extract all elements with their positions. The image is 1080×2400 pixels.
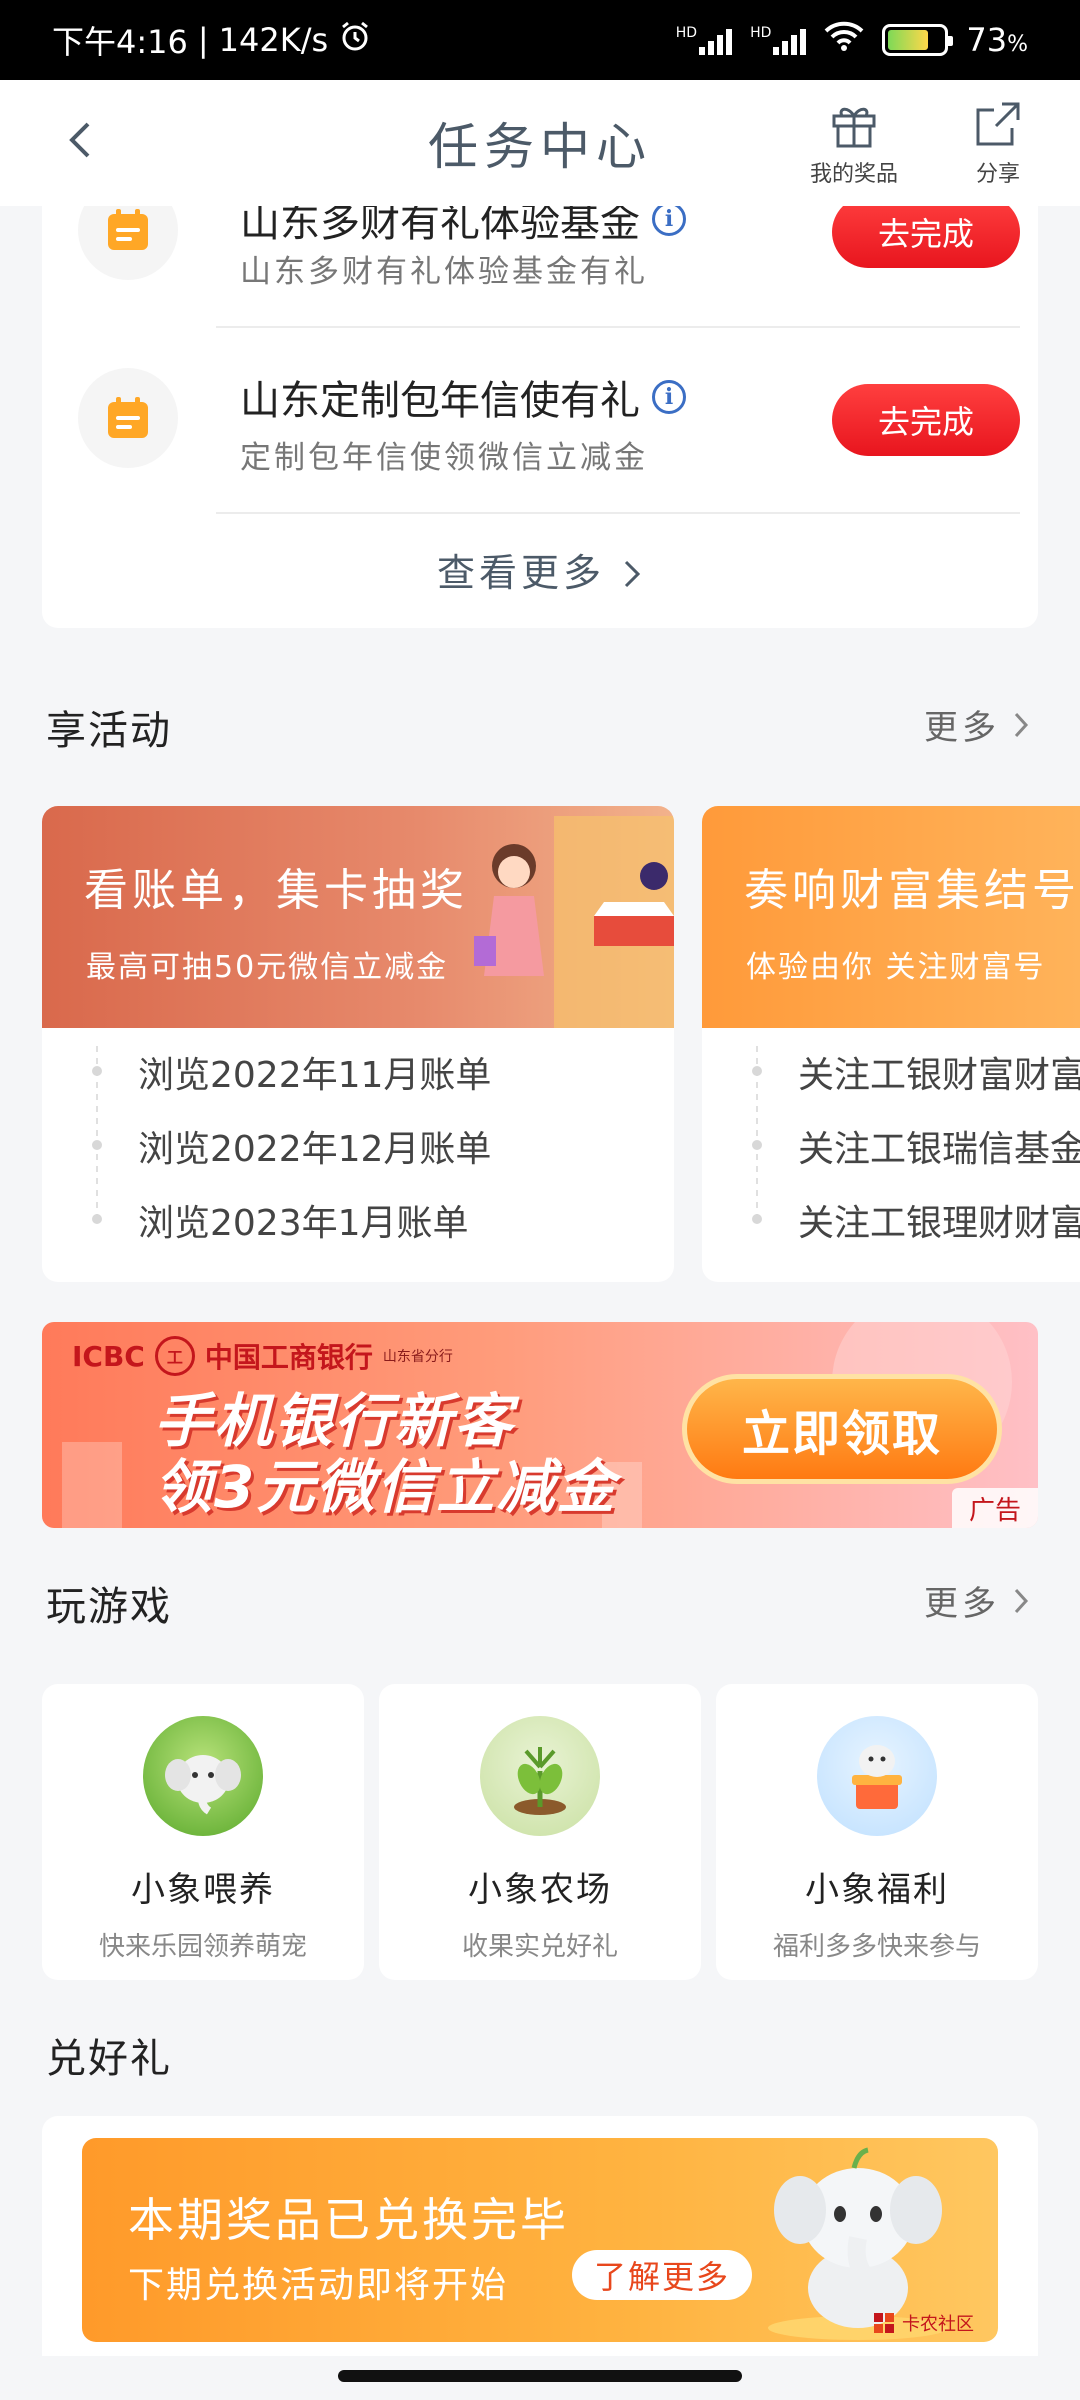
timeline-dot bbox=[752, 1214, 762, 1224]
activity-task-item: 浏览2023年1月账单 bbox=[138, 1203, 469, 1244]
redeem-banner[interactable]: 本期奖品已兑换完毕 下期兑换活动即将开始 了解更多 bbox=[82, 2138, 998, 2342]
timeline-dot bbox=[92, 1140, 102, 1150]
game-description: 福利多多快来参与 bbox=[772, 1932, 981, 1962]
shopping-girl-illustration bbox=[474, 816, 674, 1028]
see-more-tasks-link[interactable]: 查看更多 bbox=[42, 542, 1038, 597]
redeem-card: 本期奖品已兑换完毕 下期兑换活动即将开始 了解更多 卡农社区 bbox=[42, 2116, 1038, 2356]
game-description: 快来乐园领养萌宠 bbox=[98, 1932, 307, 1962]
activity-card-wealth[interactable]: 奏响财富集结号 体验由你 关注财富号 关注工银财富财富 关注工银瑞信基金 关注工… bbox=[702, 806, 1080, 1282]
banner-title: 奏响财富集结号 bbox=[744, 865, 1080, 916]
puzzle-logo-icon bbox=[874, 2313, 894, 2333]
battery-icon bbox=[882, 24, 954, 56]
complete-task-button[interactable]: 去完成 bbox=[832, 196, 1020, 268]
timeline-dot bbox=[752, 1066, 762, 1076]
game-name: 小象喂养 bbox=[131, 1870, 275, 1910]
activity-card-bill[interactable]: 看账单，集卡抽奖 最高可抽50元微信立减金 浏览2022年11月账单 浏览202… bbox=[42, 806, 674, 1282]
hd-label-2: HD bbox=[750, 25, 772, 41]
icbc-logo-icon: 工 bbox=[154, 1336, 195, 1376]
ad-subheadline: 领3元微信立减金 bbox=[154, 1453, 617, 1521]
home-indicator[interactable] bbox=[338, 2370, 742, 2382]
activities-more-link[interactable]: 更多 bbox=[924, 700, 1030, 749]
redeem-title: 本期奖品已兑换完毕 bbox=[128, 2193, 569, 2247]
activity-task-item: 关注工银瑞信基金 bbox=[798, 1129, 1080, 1170]
network-speed: 142K/s bbox=[218, 21, 329, 59]
info-icon[interactable]: i bbox=[652, 380, 686, 414]
task-card: 山东多财有礼体验基金 i 山东多财有礼体验基金有礼 去完成 山东定制包年信使有礼… bbox=[42, 150, 1038, 628]
back-arrow-icon[interactable] bbox=[60, 120, 100, 160]
activity-task-item: 浏览2022年12月账单 bbox=[138, 1129, 492, 1170]
game-name: 小象农场 bbox=[468, 1870, 612, 1910]
redeem-subtitle: 下期兑换活动即将开始 bbox=[128, 2265, 509, 2306]
status-bar: 下午4:16 | 142K/s HD HD 73% bbox=[0, 0, 1080, 80]
status-left: 下午4:16 | 142K/s bbox=[52, 17, 372, 63]
icbc-logo: ICBC 工 中国工商银行 山东省分行 bbox=[72, 1336, 453, 1376]
timeline-dot bbox=[92, 1214, 102, 1224]
task-title: 山东定制包年信使有礼 i bbox=[240, 368, 686, 426]
elephant-farm-icon bbox=[480, 1716, 600, 1836]
ad-banner[interactable]: ICBC 工 中国工商银行 山东省分行 手机银行新客 领3元微信立减金 立即领取… bbox=[42, 1322, 1038, 1528]
complete-task-button[interactable]: 去完成 bbox=[832, 384, 1020, 456]
ad-label: 广告 bbox=[952, 1488, 1038, 1528]
status-time: 下午4:16 bbox=[52, 23, 188, 61]
signal-icon-2: HD bbox=[750, 25, 807, 55]
task-subtitle: 定制包年信使领微信立减金 bbox=[240, 440, 648, 476]
signal-icon-1: HD bbox=[675, 25, 733, 55]
my-prizes-button[interactable]: 我的奖品 bbox=[810, 98, 898, 188]
elephant-welfare-icon bbox=[817, 1716, 937, 1836]
learn-more-button[interactable]: 了解更多 bbox=[572, 2250, 752, 2300]
status-right: HD HD 73% bbox=[676, 21, 1028, 59]
elephant-feed-icon bbox=[143, 1716, 263, 1836]
game-card[interactable]: 小象福利 福利多多快来参与 bbox=[716, 1684, 1038, 1980]
banner-title: 看账单，集卡抽奖 bbox=[84, 865, 468, 916]
watermark: 卡农社区 bbox=[872, 2310, 974, 2336]
timeline-dot bbox=[752, 1140, 762, 1150]
game-card[interactable]: 小象喂养 快来乐园领养萌宠 bbox=[42, 1684, 364, 1980]
info-icon[interactable]: i bbox=[652, 202, 686, 236]
task-row[interactable]: 山东定制包年信使有礼 i 定制包年信使领微信立减金 去完成 bbox=[42, 328, 1038, 488]
activity-task-item: 浏览2022年11月账单 bbox=[138, 1055, 492, 1096]
divider bbox=[216, 512, 1020, 514]
chevron-right-icon bbox=[1014, 1588, 1029, 1613]
battery-percent: 73% bbox=[966, 21, 1028, 59]
banner-subtitle: 体验由你 关注财富号 bbox=[746, 950, 1046, 985]
share-icon bbox=[976, 102, 1020, 146]
battery-fill bbox=[888, 30, 928, 50]
redeem-heading: 兑好礼 bbox=[46, 2036, 172, 2082]
banner-subtitle: 最高可抽50元微信立减金 bbox=[86, 950, 449, 985]
page-header: 任务中心 我的奖品 分享 bbox=[0, 80, 1080, 206]
gift-icon bbox=[832, 107, 876, 148]
wifi-icon bbox=[824, 21, 864, 59]
activity-banner[interactable]: 看账单，集卡抽奖 最高可抽50元微信立减金 bbox=[42, 806, 674, 1028]
claim-now-button[interactable]: 立即领取 bbox=[682, 1374, 1002, 1484]
game-name: 小象福利 bbox=[805, 1870, 949, 1910]
activity-task-item: 关注工银理财财富 bbox=[798, 1203, 1080, 1244]
alarm-icon bbox=[338, 19, 372, 61]
timeline-dot bbox=[92, 1066, 102, 1076]
status-separator: | bbox=[197, 21, 209, 59]
chevron-right-icon bbox=[624, 560, 641, 588]
activities-heading: 享活动 bbox=[46, 708, 172, 754]
hd-label-1: HD bbox=[675, 25, 698, 41]
game-card[interactable]: 小象农场 收果实兑好礼 bbox=[379, 1684, 701, 1980]
page-title: 任务中心 bbox=[428, 118, 652, 176]
share-button[interactable]: 分享 bbox=[972, 98, 1024, 188]
calendar-icon bbox=[78, 368, 178, 468]
games-more-link[interactable]: 更多 bbox=[924, 1576, 1030, 1625]
task-subtitle: 山东多财有礼体验基金有礼 bbox=[240, 254, 648, 290]
chevron-right-icon bbox=[1014, 712, 1029, 737]
games-heading: 玩游戏 bbox=[46, 1584, 172, 1630]
game-description: 收果实兑好礼 bbox=[461, 1932, 618, 1962]
activity-banner[interactable]: 奏响财富集结号 体验由你 关注财富号 bbox=[702, 806, 1080, 1028]
activity-task-item: 关注工银财富财富 bbox=[798, 1055, 1080, 1096]
